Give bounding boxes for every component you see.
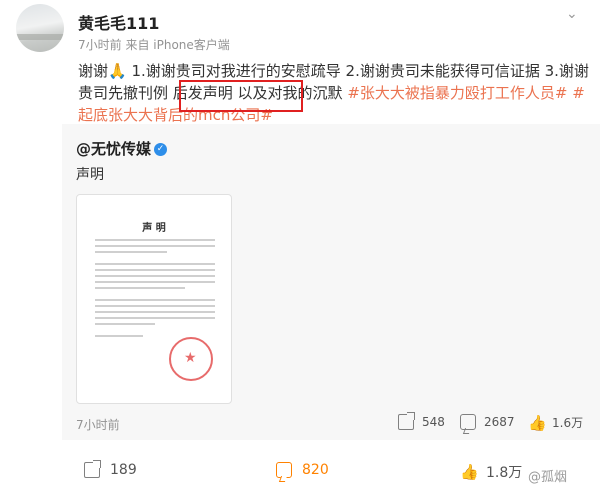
repost-text: 声明 (76, 167, 104, 183)
comment-button[interactable]: 820 (276, 462, 329, 478)
verified-icon: ✓ (154, 143, 168, 156)
hashtag-link[interactable]: #张大大被指暴力殴打工作人员# (347, 84, 567, 102)
post-footer: 189 820 👍 1.8万 (0, 452, 600, 492)
seal-stamp-icon (169, 337, 213, 381)
share-icon (398, 412, 415, 430)
statement-title: 声 明 (142, 223, 166, 234)
post-text: 谢谢🙏 1.谢谢贵司对我进行的安慰疏导 2.谢谢贵司未能获得可信证据 3.谢谢贵… (78, 60, 590, 126)
post-source: 来自 iPhone客户端 (125, 38, 230, 52)
like-count: 1.8万 (486, 465, 523, 481)
repost-comment-count: 2687 (484, 415, 515, 429)
repost-like-button[interactable]: 👍 1.6万 (528, 414, 583, 431)
chevron-down-icon[interactable]: ⌄ (566, 6, 578, 22)
repost-time[interactable]: 7小时前 (76, 416, 120, 433)
thumbs-up-icon: 👍 (528, 413, 547, 432)
post-meta: 7小时前 来自 iPhone客户端 (78, 36, 230, 53)
thumbs-up-icon: 👍 (460, 463, 479, 481)
share-button[interactable]: 189 (84, 460, 137, 478)
repost-comment-button[interactable]: 2687 (460, 414, 515, 430)
highlight-box (179, 80, 303, 112)
repost-share-button[interactable]: 548 (398, 412, 445, 430)
comment-icon (460, 414, 476, 430)
share-icon (84, 460, 101, 478)
statement-image[interactable]: 声 明 (76, 194, 232, 404)
comment-count: 820 (302, 462, 329, 478)
post-time[interactable]: 7小时前 (78, 38, 122, 52)
watermark: @孤烟 (528, 470, 568, 485)
like-button[interactable]: 👍 1.8万 (460, 462, 522, 482)
username[interactable]: 黄毛毛111 (78, 10, 159, 34)
repost-like-count: 1.6万 (552, 416, 584, 430)
statement-text-lines (95, 239, 215, 341)
comment-icon (276, 462, 292, 478)
share-count: 189 (110, 462, 137, 478)
repost-card[interactable]: @无忧传媒✓ 声明 声 明 7小时前 548 2687 👍 1.6万 (62, 124, 600, 440)
avatar[interactable] (16, 4, 64, 52)
repost-share-count: 548 (422, 415, 445, 429)
repost-username[interactable]: @无忧传媒 ✓ (76, 138, 168, 159)
